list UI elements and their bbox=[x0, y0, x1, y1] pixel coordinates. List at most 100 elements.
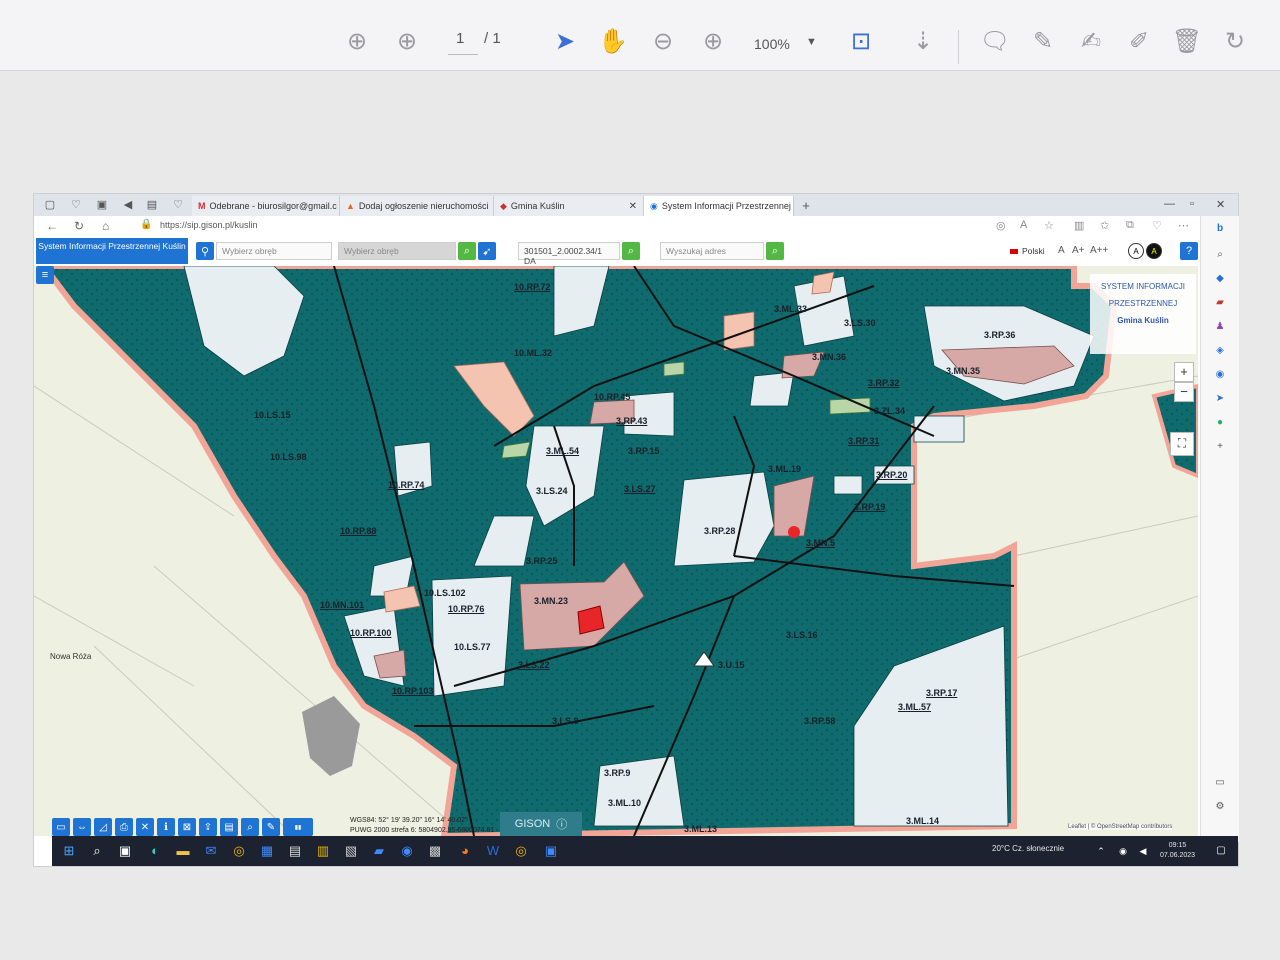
home-icon[interactable]: ⌂ bbox=[102, 219, 109, 233]
pinned-tab-icon[interactable]: ▤ bbox=[144, 198, 160, 212]
font-size-normal[interactable]: A bbox=[1058, 245, 1065, 256]
back-icon[interactable]: ← bbox=[46, 219, 58, 233]
print-icon[interactable]: ⎙ bbox=[115, 818, 133, 836]
maximize-icon[interactable]: ▫ bbox=[1190, 198, 1194, 210]
app-icon[interactable]: ▩ bbox=[426, 842, 444, 860]
pinned-tab-icon[interactable]: ♡ bbox=[170, 198, 186, 212]
draw-map-icon[interactable]: ✎ bbox=[262, 818, 280, 836]
taskbar-search-icon[interactable]: ⌕ bbox=[88, 842, 106, 860]
language-selector[interactable]: Polski bbox=[1010, 246, 1045, 256]
zoom-in-button[interactable]: + bbox=[1174, 362, 1194, 382]
contrast-high-icon[interactable]: A bbox=[1146, 243, 1162, 259]
app-icon[interactable]: ▥ bbox=[314, 842, 332, 860]
tab-sip[interactable]: ◉ System Informacji Przestrzennej ✕ bbox=[644, 196, 794, 216]
next-page-icon[interactable]: ⊕ bbox=[390, 24, 424, 58]
layers-icon[interactable]: ⚲ bbox=[196, 242, 214, 260]
app-icon[interactable]: ▰ bbox=[370, 842, 388, 860]
prev-page-icon[interactable]: ⊕ bbox=[340, 24, 374, 58]
contrast-normal-icon[interactable]: A bbox=[1128, 243, 1144, 259]
comment-icon[interactable]: 🗨 bbox=[978, 24, 1012, 58]
zoom-level[interactable]: 100% bbox=[754, 36, 790, 52]
extra-tools-button[interactable]: ▮▮ bbox=[283, 818, 313, 836]
pinned-tab-icon[interactable]: ▣ bbox=[94, 198, 110, 212]
search-id-icon[interactable]: ⌕ bbox=[622, 242, 640, 260]
close-window-icon[interactable]: ✕ bbox=[1216, 198, 1225, 211]
extensions-icon[interactable]: ♡ bbox=[1152, 219, 1162, 232]
rotate-icon[interactable]: ↻ bbox=[1218, 24, 1252, 58]
search-plot-icon[interactable]: ⌕ bbox=[458, 242, 476, 260]
highlight-icon[interactable]: ✎ bbox=[1026, 24, 1060, 58]
tab-actions-icon[interactable]: ▢ bbox=[42, 198, 58, 212]
firefox-icon[interactable]: ◕ bbox=[456, 842, 474, 860]
page-number-input[interactable]: 1 bbox=[456, 30, 464, 47]
split-icon[interactable]: ▥ bbox=[1074, 219, 1084, 232]
collections-icon[interactable]: ⧉ bbox=[1126, 219, 1134, 232]
tools-icon[interactable]: ▰ bbox=[1213, 296, 1227, 310]
zoom-out-icon[interactable]: ⊖ bbox=[646, 24, 680, 58]
zoom-in-icon[interactable]: ⊕ bbox=[696, 24, 730, 58]
plot-select[interactable]: Wybierz obręb bbox=[338, 242, 456, 260]
app-brand[interactable]: System Informacji Przestrzennej Kuślin bbox=[36, 238, 188, 264]
notifications-icon[interactable]: ▢ bbox=[1212, 842, 1230, 860]
map-view[interactable]: 10.RP.72 3.ML.33 3.LS.30 3.RP.36 10.ML.3… bbox=[34, 266, 1198, 836]
volume-icon[interactable]: ◀ bbox=[1134, 842, 1152, 860]
explorer-icon[interactable]: ▬ bbox=[174, 842, 192, 860]
measure-icon[interactable]: ▭ bbox=[52, 818, 70, 836]
read-aloud-icon[interactable]: A bbox=[1020, 219, 1027, 231]
app-icon[interactable]: ▤ bbox=[286, 842, 304, 860]
fit-page-icon[interactable]: ⊡ bbox=[844, 24, 878, 58]
tab-gmina[interactable]: ◆ Gmina Kuślin ✕ bbox=[494, 196, 644, 216]
search-map-icon[interactable]: ⌕ bbox=[241, 818, 259, 836]
select-icon[interactable]: ⊠ bbox=[178, 818, 196, 836]
outlook-icon[interactable]: ◉ bbox=[1213, 368, 1227, 382]
tab-ogloszenie[interactable]: ▲ Dodaj ogłoszenie nieruchomości ✕ bbox=[340, 196, 494, 216]
area-icon[interactable]: ◿ bbox=[94, 818, 112, 836]
send-icon[interactable]: ➤ bbox=[1213, 392, 1227, 406]
tab-gmail[interactable]: M Odebrane - biurosilgor@gmail.c ✕ bbox=[192, 196, 340, 216]
new-tab-icon[interactable]: + bbox=[798, 198, 814, 213]
font-size-xlarge[interactable]: A++ bbox=[1090, 245, 1108, 256]
pinned-tab-icon[interactable]: ♡ bbox=[68, 198, 84, 212]
info-icon[interactable]: ℹ bbox=[157, 818, 175, 836]
app-icon[interactable]: ▣ bbox=[542, 842, 560, 860]
pinned-tab-icon[interactable]: ◀ bbox=[120, 198, 136, 212]
hand-tool-icon[interactable]: ✋ bbox=[596, 24, 630, 58]
start-icon[interactable]: ⊞ bbox=[60, 842, 78, 860]
fullscreen-icon[interactable]: ⛶ bbox=[1170, 432, 1194, 456]
translate-icon[interactable]: ◎ bbox=[996, 219, 1006, 232]
delete-icon[interactable]: 🗑 bbox=[1170, 24, 1204, 58]
gison-info-icon[interactable]: ⓘ bbox=[556, 816, 567, 832]
draw-icon[interactable]: ✍ bbox=[1074, 24, 1108, 58]
close-tab-icon[interactable]: ✕ bbox=[629, 201, 637, 212]
edge-icon[interactable]: ◐ bbox=[146, 842, 164, 860]
network-icon[interactable]: ◉ bbox=[1114, 842, 1132, 860]
scroll-mode-icon[interactable]: ⇣ bbox=[906, 24, 940, 58]
minimize-icon[interactable]: — bbox=[1164, 198, 1175, 210]
shopping-icon[interactable]: ◆ bbox=[1213, 272, 1227, 286]
chrome-icon[interactable]: ◎ bbox=[512, 842, 530, 860]
plot-id-field[interactable]: 301501_2.0002.34/1 DA bbox=[518, 242, 620, 266]
add-sidebar-icon[interactable]: + bbox=[1213, 440, 1227, 454]
favorite-icon[interactable]: ☆ bbox=[1044, 219, 1054, 232]
favorites-icon[interactable]: ✩ bbox=[1100, 219, 1109, 232]
mail-icon[interactable]: ✉ bbox=[202, 842, 220, 860]
reload-icon[interactable]: ↻ bbox=[74, 219, 84, 233]
search-address-icon[interactable]: ⌕ bbox=[766, 242, 784, 260]
games-icon[interactable]: ♟ bbox=[1213, 320, 1227, 334]
locate-icon[interactable]: ➹ bbox=[478, 242, 496, 260]
office-icon[interactable]: ◈ bbox=[1213, 344, 1227, 358]
search-icon[interactable]: ⌕ bbox=[1213, 248, 1227, 262]
zoom-out-button[interactable]: − bbox=[1174, 382, 1194, 402]
more-icon[interactable]: ⋯ bbox=[1178, 219, 1189, 232]
sidebar-settings-icon[interactable]: ⚙ bbox=[1213, 800, 1227, 814]
bing-icon[interactable]: b bbox=[1213, 222, 1227, 236]
word-icon[interactable]: W bbox=[484, 842, 502, 860]
help-icon[interactable]: ? bbox=[1180, 242, 1198, 260]
book-icon[interactable]: ▤ bbox=[220, 818, 238, 836]
clear-icon[interactable]: ✕ bbox=[136, 818, 154, 836]
menu-toggle-icon[interactable]: ≡ bbox=[36, 266, 54, 284]
task-view-icon[interactable]: ▣ bbox=[116, 842, 134, 860]
font-size-large[interactable]: A+ bbox=[1072, 245, 1085, 256]
tray-icons[interactable]: ⌃ bbox=[1092, 842, 1110, 860]
weather-widget[interactable]: 20°C Cz. słonecznie bbox=[992, 844, 1064, 853]
